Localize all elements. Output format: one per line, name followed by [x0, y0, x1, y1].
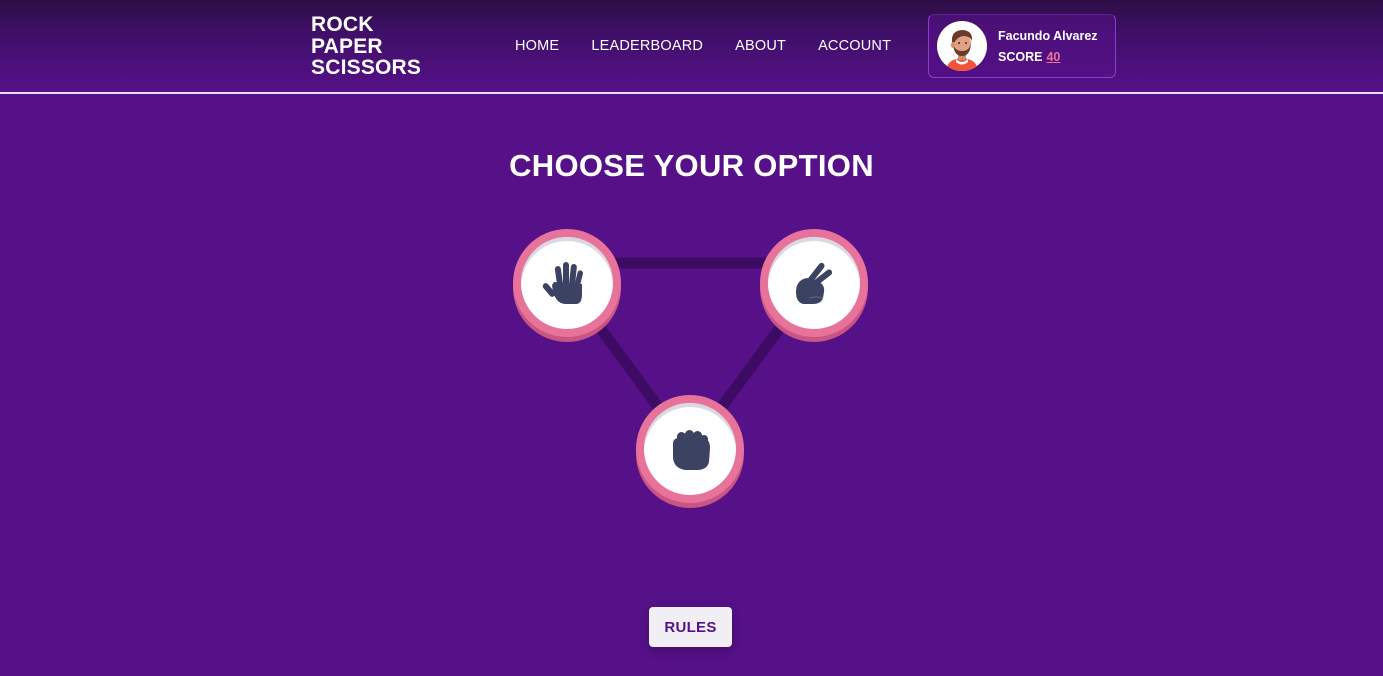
nav-home[interactable]: HOME	[515, 38, 559, 54]
user-name: Facundo Alvarez	[998, 29, 1098, 43]
rules-button[interactable]: RULES	[649, 607, 732, 647]
main-nav: HOME LEADERBOARD ABOUT ACCOUNT	[515, 38, 923, 54]
nav-about[interactable]: ABOUT	[735, 38, 786, 54]
game-page: ROCK PAPER SCISSORS HOME LEADERBOARD ABO…	[0, 0, 1383, 676]
avatar	[937, 21, 987, 71]
nav-account[interactable]: ACCOUNT	[818, 38, 891, 54]
app-logo[interactable]: ROCK PAPER SCISSORS	[311, 14, 421, 79]
choice-paper-button[interactable]	[513, 229, 621, 342]
choice-inner	[521, 237, 613, 329]
choice-rock-button[interactable]	[636, 395, 744, 508]
top-header: ROCK PAPER SCISSORS HOME LEADERBOARD ABO…	[0, 0, 1383, 94]
choice-triangle-lines	[562, 257, 818, 454]
choice-inner	[768, 237, 860, 329]
hand-rock-icon	[673, 430, 710, 470]
logo-line-paper: PAPER	[311, 34, 383, 58]
logo-line-rock: ROCK	[311, 13, 374, 36]
choice-scissors-button[interactable]	[760, 229, 868, 342]
hand-scissors-icon	[796, 262, 833, 304]
logo-line-scissors: SCISSORS	[311, 56, 422, 79]
user-profile-card[interactable]: Facundo Alvarez SCORE 40	[928, 14, 1116, 78]
hand-paper-icon	[542, 262, 583, 304]
user-score: SCORE 40	[998, 50, 1060, 64]
nav-leaderboard[interactable]: LEADERBOARD	[591, 38, 703, 54]
choice-inner	[644, 403, 736, 495]
user-avatar-icon	[946, 30, 978, 71]
score-value[interactable]: 40	[1046, 50, 1060, 64]
score-label: SCORE	[998, 50, 1043, 64]
page-title: CHOOSE YOUR OPTION	[509, 148, 874, 183]
